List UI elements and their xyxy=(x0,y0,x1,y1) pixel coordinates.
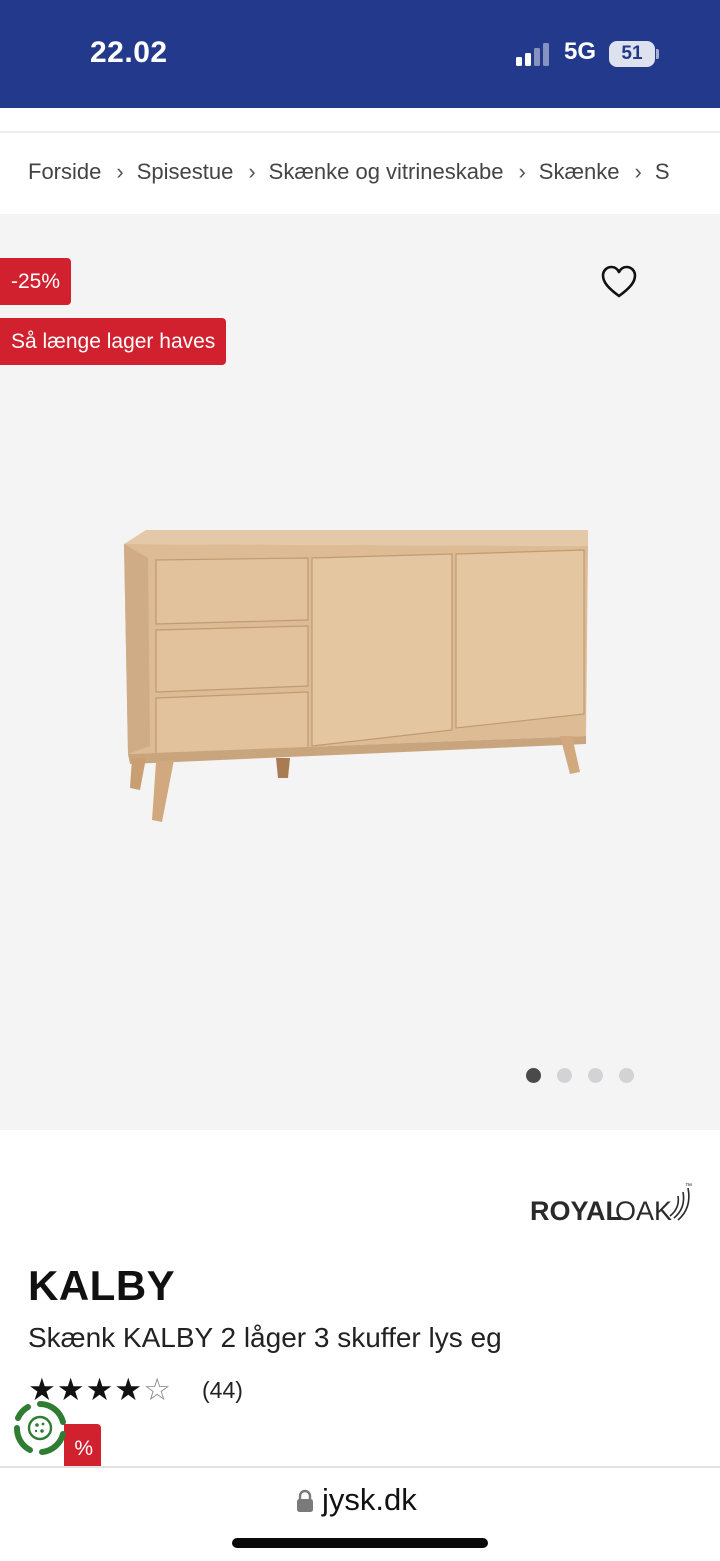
network-type: 5G xyxy=(564,38,597,65)
battery-tip xyxy=(656,49,659,59)
status-bar: 22.02 5G 51 xyxy=(0,0,720,108)
signal-strength-icon xyxy=(516,42,552,66)
logo-trademark: ™ xyxy=(685,1183,692,1190)
chevron-right-icon: › xyxy=(518,159,526,185)
carousel-dot-3[interactable] xyxy=(588,1068,603,1083)
breadcrumb-item-skaenke[interactable]: Skænke xyxy=(539,159,620,185)
status-time: 22.02 xyxy=(90,36,168,69)
carousel-dot-2[interactable] xyxy=(557,1068,572,1083)
product-subtitle: Skænk KALBY 2 låger 3 skuffer lys eg xyxy=(28,1322,502,1353)
battery-icon: 51 xyxy=(609,41,655,67)
chevron-right-icon: › xyxy=(634,159,642,185)
browser-url-bar[interactable]: jysk.dk xyxy=(0,1466,720,1561)
stock-badge: Så længe lager haves xyxy=(0,318,227,365)
heart-outline-icon[interactable] xyxy=(600,264,638,300)
breadcrumb-item-forside[interactable]: Forside xyxy=(28,159,101,185)
cookie-consent-icon[interactable] xyxy=(12,1398,68,1458)
breadcrumb: Forside › Spisestue › Skænke og vitrineskabe… xyxy=(28,158,692,192)
star-full-icon: ★ xyxy=(85,1372,115,1407)
star-empty-icon: ☆ xyxy=(143,1372,172,1407)
chevron-right-icon: › xyxy=(116,159,124,185)
breadcrumb-item-spisestue[interactable]: Spisestue xyxy=(137,159,234,185)
breadcrumb-item-truncated[interactable]: S xyxy=(655,159,670,185)
carousel-dot-1[interactable] xyxy=(526,1068,541,1083)
carousel-dot-4[interactable] xyxy=(619,1068,634,1083)
product-image-sideboard[interactable] xyxy=(116,526,596,826)
lock-icon xyxy=(297,1489,313,1512)
home-indicator[interactable] xyxy=(232,1538,488,1548)
star-full-icon: ★ xyxy=(114,1372,144,1407)
product-name: KALBY xyxy=(28,1262,176,1309)
discount-badge: -25% xyxy=(0,258,72,305)
url-text[interactable]: jysk.dk xyxy=(322,1482,417,1518)
price-discount-badge: % xyxy=(64,1424,101,1468)
breadcrumb-item-skaenke-og-vitrineskabe[interactable]: Skænke og vitrineskabe xyxy=(269,159,504,185)
header-divider xyxy=(0,131,720,133)
review-count[interactable]: (44) xyxy=(202,1374,243,1406)
chevron-right-icon: › xyxy=(248,159,256,185)
logo-text-light: OAK xyxy=(615,1196,672,1226)
logo-text-bold: ROYAL xyxy=(530,1196,622,1226)
product-gallery[interactable]: -25% Så længe lager haves xyxy=(0,214,720,1130)
royal-oak-logo[interactable]: ROYAL OAK ™ xyxy=(528,1178,696,1228)
